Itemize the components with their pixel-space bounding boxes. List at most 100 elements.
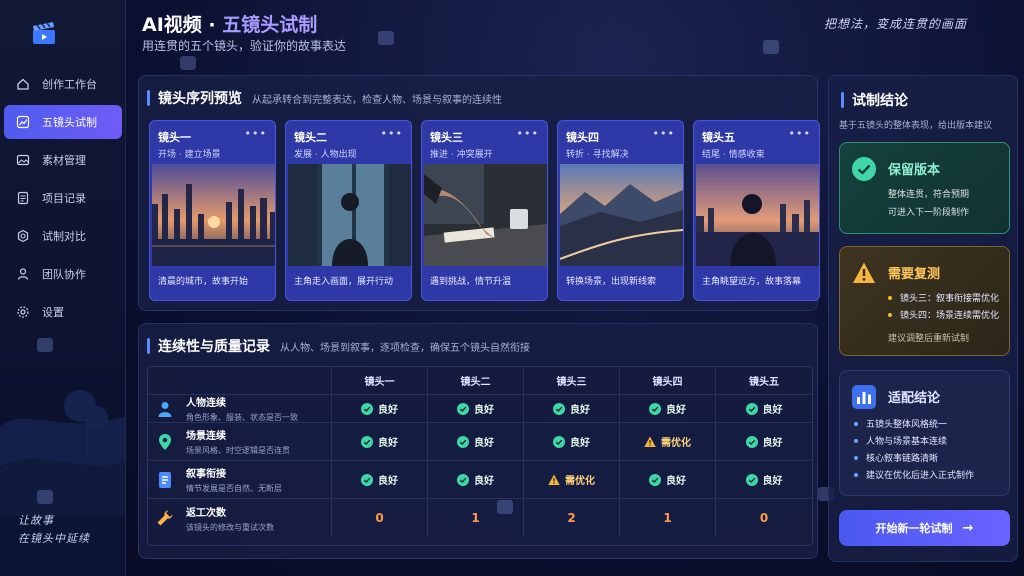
title-accent: 五镜头试制 xyxy=(222,14,318,36)
more-icon[interactable]: ••• xyxy=(381,127,403,140)
sidebar-nav: 创作工作台 五镜头试制 素材管理 项目记录 试制对比 团队协作 设置 xyxy=(4,67,122,333)
watermark-icon xyxy=(180,56,196,70)
sidebar-item-compare[interactable]: 试制对比 xyxy=(4,219,122,253)
fit-conclusion-card[interactable]: 适配结论 五镜头整体风格统一 人物与场景基本连续 核心叙事链路清晰 建议在优化后… xyxy=(839,370,1010,496)
rework-count: 0 xyxy=(375,511,384,525)
shot-thumbnail[interactable] xyxy=(424,164,547,266)
row-label-text: 场景连续 场景风格、时空逻辑是否连贯 xyxy=(186,427,290,456)
sidebar-item-label: 项目记录 xyxy=(42,192,86,205)
more-icon[interactable]: ••• xyxy=(245,127,267,140)
check-circle-icon xyxy=(649,473,661,486)
page-title: AI视频 · 五镜头试制 xyxy=(142,10,317,37)
status-ok: 良好 xyxy=(762,476,783,487)
status-ok: 良好 xyxy=(474,476,494,487)
bar-chart-icon xyxy=(852,385,876,409)
check-circle-icon xyxy=(745,473,758,486)
team-icon xyxy=(17,268,29,280)
shot-caption: 清晨的城市，故事开始 xyxy=(158,277,249,287)
retest-card[interactable]: 需要复测 镜头三：叙事衔接需优化 镜头四：场景连续需优化 建议调整后重新试制 xyxy=(839,246,1010,356)
retest-list: 镜头三：叙事衔接需优化 镜头四：场景连续需优化 xyxy=(888,289,999,323)
sidebar-item-settings[interactable]: 设置 xyxy=(4,295,122,329)
panel-title: 连续性与质量记录 xyxy=(158,339,270,355)
list-item-text: 镜头三：叙事衔接需优化 xyxy=(900,294,1000,304)
more-icon[interactable]: ••• xyxy=(517,127,539,140)
check-circle-icon xyxy=(649,402,661,415)
list-item-text: 五镜头整体风格统一 xyxy=(866,420,948,430)
sidebar-item-assets[interactable]: 素材管理 xyxy=(4,143,122,177)
row-subtitle: 该镜头的修改与重试次数 xyxy=(186,522,274,532)
accent-bar xyxy=(841,92,844,108)
list-item: 镜头四：场景连续需优化 xyxy=(888,306,999,323)
watermark-icon xyxy=(378,31,394,45)
check-circle-icon xyxy=(745,435,758,448)
shot-thumbnail[interactable] xyxy=(560,164,683,266)
sidebar-item-label: 试制对比 xyxy=(42,230,86,243)
status-cell: 良好 xyxy=(524,395,620,422)
rework-count: 1 xyxy=(663,511,672,525)
check-circle-icon xyxy=(457,402,469,415)
location-icon xyxy=(156,433,174,451)
sidebar-item-team[interactable]: 团队协作 xyxy=(4,257,122,291)
accent-bar xyxy=(147,90,150,106)
status-cell: 需优化 xyxy=(620,423,716,460)
table-body: 人物连续 角色形象、服装、状态是否一致 良好 良好 良好 良好 良好 场景连续 场景风格、时空逻… xyxy=(148,395,812,537)
shot-card-4[interactable]: 镜头四 ••• 转折 · 寻找解决 转换场景，出现新线索 xyxy=(557,120,684,301)
shot-thumbnail[interactable] xyxy=(152,164,275,266)
person-icon xyxy=(156,400,174,418)
column-header: 镜头一 xyxy=(332,367,428,394)
clapperboard-logo-icon[interactable] xyxy=(30,19,58,47)
start-new-round-button[interactable]: 开始新一轮试制 → xyxy=(839,510,1010,546)
shot-card-3[interactable]: 镜头三 ••• 推进 · 冲突展开 遇到挑战，情节升温 xyxy=(421,120,548,301)
panel-header: 连续性与质量记录 从人物、场景到叙事，逐项检查，确保五个镜头自然衔接 xyxy=(147,336,530,356)
row-label: 返工次数 该镜头的修改与重试次数 xyxy=(148,499,332,537)
chart-icon xyxy=(16,115,30,129)
status-ok: 良好 xyxy=(570,405,590,416)
shot-name: 镜头三 xyxy=(430,131,463,144)
warning-icon xyxy=(853,262,875,283)
status-cell: 良好 xyxy=(620,461,716,498)
shot-tag: 发展 · 人物出现 xyxy=(294,150,357,160)
panel-header: 镜头序列预览 从起承转合到完整表达，检查人物、场景与叙事的连续性 xyxy=(147,88,502,108)
watermark-icon xyxy=(763,40,779,54)
sidebar-item-label: 五镜头试制 xyxy=(42,116,97,129)
shot-card-5[interactable]: 镜头五 ••• 结尾 · 情感收束 主角眺望远方，故事落幕 xyxy=(693,120,820,301)
column-header: 镜头五 xyxy=(749,377,779,388)
status-warn: 需优化 xyxy=(661,438,691,449)
shot-card-1[interactable]: 镜头一 ••• 开场 · 建立场景 清晨的城市，故事开始 xyxy=(149,120,276,301)
check-circle-icon xyxy=(553,402,565,415)
status-cell: 良好 xyxy=(716,395,812,422)
shot-card-2[interactable]: 镜头二 ••• 发展 · 人物出现 主角走入画面，展开行动 xyxy=(285,120,412,301)
table-row: 人物连续 角色形象、服装、状态是否一致 良好 良好 良好 良好 良好 xyxy=(148,395,812,423)
shot-thumbnail[interactable] xyxy=(696,164,819,266)
sidebar-slogan: 让故事 在镜头中延续 xyxy=(18,512,90,548)
status-cell: 良好 xyxy=(332,461,428,498)
more-icon[interactable]: ••• xyxy=(789,127,811,140)
row-subtitle: 情节发展是否自然、无断层 xyxy=(186,484,282,493)
page-subtitle: 用连贯的五个镜头，验证你的故事表达 xyxy=(142,39,347,53)
retest-title: 需要复测 xyxy=(888,267,941,282)
sidebar-item-records[interactable]: 项目记录 xyxy=(4,181,122,215)
shot-thumbnail[interactable] xyxy=(288,164,411,266)
gear-icon xyxy=(17,229,29,243)
more-icon[interactable]: ••• xyxy=(653,127,675,140)
keep-title: 保留版本 xyxy=(888,163,941,178)
watermark-icon xyxy=(37,490,53,504)
list-item: 镜头三：叙事衔接需优化 xyxy=(888,289,999,306)
row-label: 叙事衔接 情节发展是否自然、无断层 xyxy=(148,461,332,498)
status-ok: 良好 xyxy=(762,405,783,416)
list-item: 五镜头整体风格统一 xyxy=(854,415,974,432)
shot-name: 镜头一 xyxy=(158,131,191,144)
sidebar-item-label: 设置 xyxy=(42,306,64,319)
keep-version-card[interactable]: 保留版本 整体连贯，符合预期 可进入下一阶段制作 xyxy=(839,142,1010,234)
status-ok: 良好 xyxy=(666,476,686,487)
fit-title: 适配结论 xyxy=(888,391,941,406)
table-row: 叙事衔接 情节发展是否自然、无断层 良好 良好 需优化 良好 良好 xyxy=(148,461,812,499)
list-item-text: 核心叙事链路清晰 xyxy=(866,454,939,464)
shot-tag: 转折 · 寻找解决 xyxy=(566,150,629,160)
image-icon xyxy=(16,154,30,166)
sidebar-item-label: 素材管理 xyxy=(42,154,86,167)
sidebar-item-workbench[interactable]: 创作工作台 xyxy=(4,67,122,101)
check-circle-icon xyxy=(745,402,758,415)
sidebar-item-five-shot[interactable]: 五镜头试制 xyxy=(4,105,122,139)
row-title: 人物连续 xyxy=(186,398,226,409)
